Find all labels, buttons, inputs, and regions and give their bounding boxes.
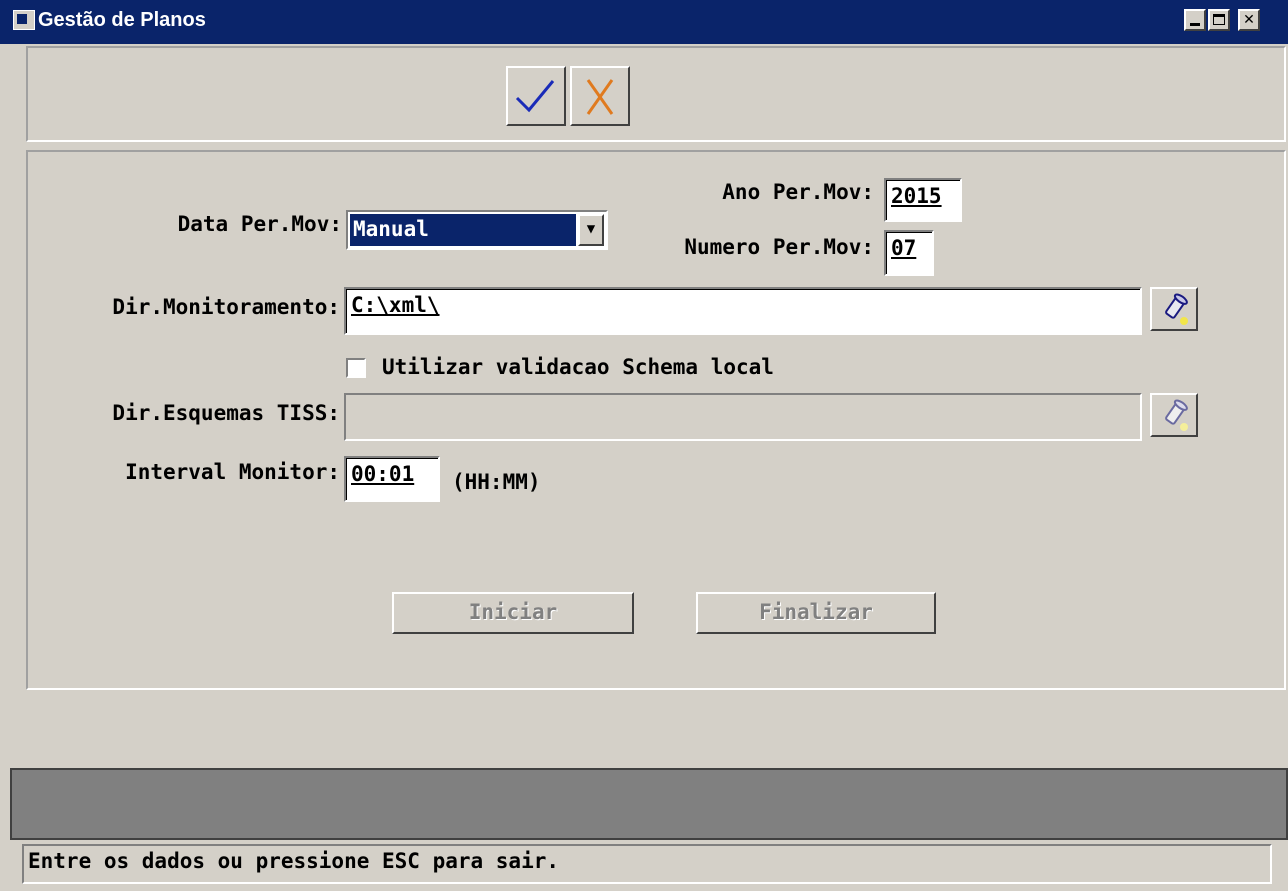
- ano-value: 2015: [891, 184, 942, 208]
- dir-monit-field[interactable]: C:\xml\: [344, 287, 1142, 335]
- flashlight-icon: [1165, 293, 1188, 325]
- numero-field[interactable]: 07: [884, 230, 934, 276]
- minimize-icon: [1190, 23, 1200, 26]
- title-bar: Gestão de Planos ✕: [0, 0, 1288, 44]
- toolbar-panel: [26, 46, 1286, 142]
- data-select-value: Manual: [350, 214, 576, 246]
- data-label: Data Per.Mov:: [177, 212, 342, 236]
- x-icon: [586, 79, 614, 115]
- close-icon: ✕: [1243, 12, 1255, 28]
- cancel-button[interactable]: [570, 66, 630, 126]
- interval-label: Interval Monitor:: [125, 460, 340, 484]
- iniciar-button[interactable]: Iniciar: [392, 592, 634, 634]
- minimize-button[interactable]: [1184, 9, 1206, 31]
- dir-esquemas-field[interactable]: [344, 393, 1142, 441]
- status-bar: Entre os dados ou pressione ESC para sai…: [22, 844, 1272, 884]
- ano-field[interactable]: 2015: [884, 178, 962, 222]
- interval-field[interactable]: 00:01: [344, 456, 440, 502]
- chevron-down-icon: ▼: [586, 221, 596, 237]
- checkmark-icon: [515, 80, 555, 113]
- finalizar-button[interactable]: Finalizar: [696, 592, 936, 634]
- numero-label: Numero Per.Mov:: [684, 235, 874, 259]
- schema-checkbox[interactable]: [346, 358, 366, 378]
- dir-esquemas-label: Dir.Esquemas TISS:: [112, 401, 340, 425]
- dir-monit-label: Dir.Monitoramento:: [112, 295, 340, 319]
- maximize-icon: [1213, 14, 1225, 25]
- interval-unit: (HH:MM): [452, 470, 541, 494]
- app-icon: [13, 10, 35, 30]
- status-message: Entre os dados ou pressione ESC para sai…: [28, 849, 560, 873]
- browse-monit-button[interactable]: [1150, 287, 1198, 331]
- window-title: Gestão de Planos: [38, 9, 206, 31]
- maximize-button[interactable]: [1208, 9, 1230, 31]
- flashlight-icon: [1165, 399, 1188, 431]
- dir-monit-value: C:\xml\: [351, 293, 440, 317]
- interval-value: 00:01: [351, 462, 415, 486]
- confirm-button[interactable]: [506, 66, 566, 126]
- numero-value: 07: [891, 236, 917, 260]
- message-area: [10, 768, 1288, 840]
- close-button[interactable]: ✕: [1238, 9, 1260, 31]
- browse-esquemas-button[interactable]: [1150, 393, 1198, 437]
- schema-checkbox-label: Utilizar validacao Schema local: [382, 355, 774, 379]
- data-select[interactable]: Manual ▼: [346, 210, 608, 250]
- ano-label: Ano Per.Mov:: [722, 180, 874, 204]
